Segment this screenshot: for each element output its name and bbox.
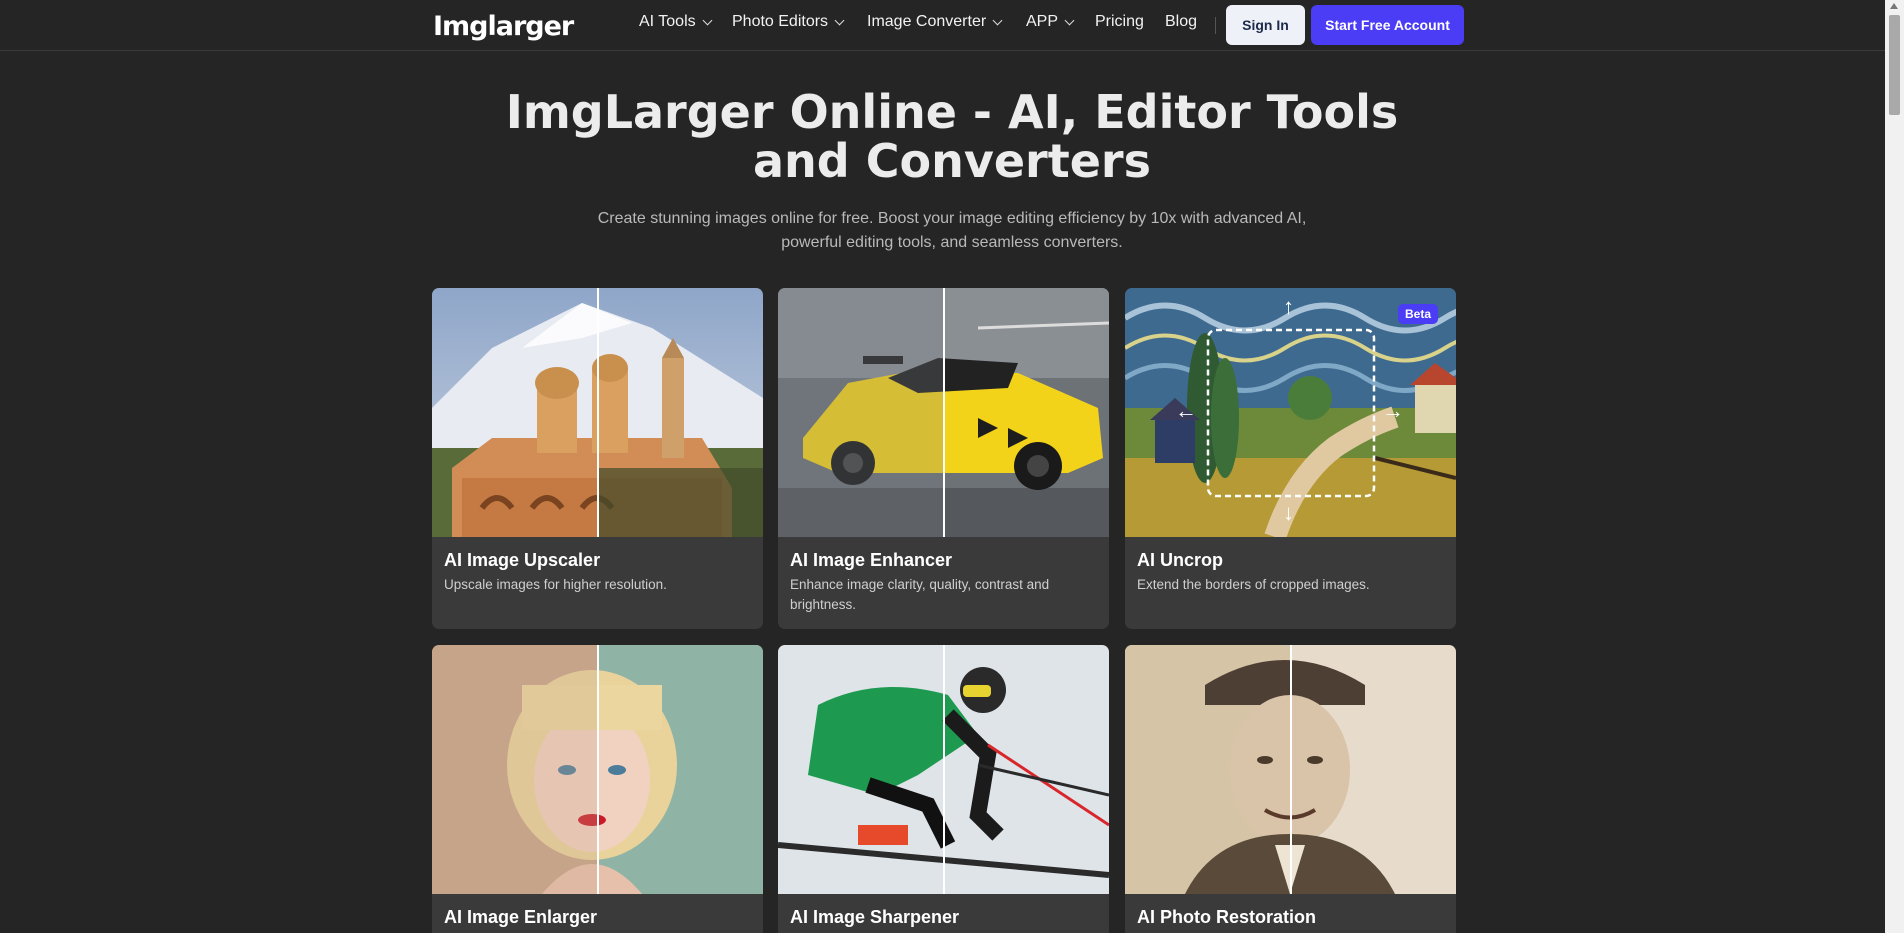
- tool-card-uncrop[interactable]: Beta ↑ ↓ ← → AI Uncrop Extend the border…: [1125, 288, 1456, 629]
- beta-badge: Beta: [1398, 304, 1439, 324]
- sign-in-button[interactable]: Sign In: [1226, 5, 1305, 45]
- upscaler-preview-image: [432, 288, 763, 537]
- tool-card-sharpener[interactable]: AI Image Sharpener: [778, 645, 1109, 933]
- page-subtitle-line2: powerful editing tools, and seamless con…: [781, 234, 1123, 251]
- nav-label: Photo Editors: [732, 13, 829, 30]
- page-scrollbar[interactable]: [1885, 0, 1904, 933]
- page-subtitle: Create stunning images online for free. …: [552, 207, 1352, 255]
- chevron-down-icon: [1064, 15, 1075, 25]
- restoration-preview-image: [1125, 645, 1456, 894]
- card-title: AI Image Sharpener: [790, 907, 960, 927]
- card-title: AI Photo Restoration: [1137, 907, 1316, 927]
- card-description: Extend the borders of cropped images.: [1137, 577, 1370, 592]
- card-description: Enhance image clarity, quality, contrast…: [790, 577, 1050, 612]
- nav-image-converter[interactable]: Image Converter: [867, 13, 1003, 31]
- nav-divider: [1215, 17, 1216, 34]
- nav-app[interactable]: APP: [1026, 13, 1075, 31]
- compare-slider-line[interactable]: [943, 288, 945, 537]
- tool-card-upscaler[interactable]: AI Image Upscaler Upscale images for hig…: [432, 288, 763, 629]
- arrow-up-icon: ↑: [1283, 294, 1294, 319]
- page: Imglarger AI Tools Photo Editors Image C…: [0, 0, 1904, 933]
- scroll-up-arrow-icon[interactable]: [1890, 3, 1898, 9]
- page-title: ImgLarger Online - AI, Editor Tools and …: [452, 88, 1452, 186]
- nav-label: AI Tools: [639, 13, 696, 30]
- card-description: Upscale images for higher resolution.: [444, 577, 667, 592]
- nav-label: Image Converter: [867, 13, 987, 30]
- tool-card-restoration[interactable]: AI Photo Restoration: [1125, 645, 1456, 933]
- page-subtitle-line1: Create stunning images online for free. …: [597, 210, 1307, 227]
- page-title-line1: ImgLarger Online - AI, Editor Tools: [505, 85, 1399, 139]
- arrow-right-icon: →: [1382, 398, 1404, 423]
- uncrop-preview-image: Beta ↑ ↓ ← →: [1125, 288, 1456, 537]
- compare-slider-line[interactable]: [597, 288, 599, 537]
- card-title: AI Image Enlarger: [444, 907, 598, 927]
- compare-slider-line[interactable]: [597, 645, 599, 894]
- top-navbar: Imglarger AI Tools Photo Editors Image C…: [0, 0, 1885, 51]
- enlarger-preview-image: [432, 645, 763, 894]
- page-title-line2: and Converters: [753, 134, 1151, 188]
- card-title: AI Image Upscaler: [444, 550, 601, 570]
- scrollbar-thumb[interactable]: [1889, 15, 1900, 115]
- enhancer-preview-image: [778, 288, 1109, 537]
- sharpener-preview-image: [778, 645, 1109, 894]
- compare-slider-line[interactable]: [943, 645, 945, 894]
- nav-blog[interactable]: Blog: [1165, 13, 1197, 31]
- start-free-account-button[interactable]: Start Free Account: [1311, 5, 1464, 45]
- chevron-down-icon: [702, 15, 713, 25]
- arrow-left-icon: ←: [1175, 398, 1197, 423]
- card-title: AI Image Enhancer: [790, 550, 953, 570]
- nav-label: Blog: [1165, 13, 1198, 30]
- tool-card-enhancer[interactable]: AI Image Enhancer Enhance image clarity,…: [778, 288, 1109, 629]
- chevron-down-icon: [992, 15, 1003, 25]
- nav-label: Pricing: [1095, 13, 1144, 30]
- arrow-down-icon: ↓: [1283, 500, 1294, 525]
- nav-photo-editors[interactable]: Photo Editors: [732, 13, 845, 31]
- nav-pricing[interactable]: Pricing: [1095, 13, 1144, 31]
- card-title: AI Uncrop: [1137, 550, 1224, 570]
- logo[interactable]: Imglarger: [433, 11, 574, 42]
- compare-slider-line[interactable]: [1290, 645, 1292, 894]
- nav-ai-tools[interactable]: AI Tools: [639, 13, 713, 31]
- chevron-down-icon: [834, 15, 845, 25]
- tool-card-enlarger[interactable]: AI Image Enlarger: [432, 645, 763, 933]
- nav-label: APP: [1026, 13, 1059, 30]
